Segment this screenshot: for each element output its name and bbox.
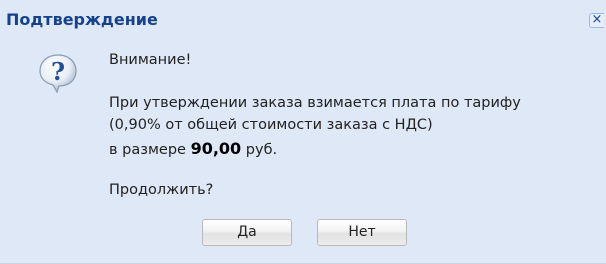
yes-button[interactable]: Да	[202, 219, 292, 246]
dialog-titlebar[interactable]: Подтверждение ×	[0, 0, 606, 36]
close-button[interactable]: ×	[589, 13, 604, 28]
amount-suffix: руб.	[241, 142, 278, 158]
dialog-title: Подтверждение	[6, 10, 158, 29]
amount-value: 90,00	[190, 139, 242, 158]
question-icon: ?	[39, 54, 77, 94]
confirmation-dialog: Подтверждение × ? Внимание! При утвержде…	[0, 0, 606, 264]
message-line-1: При утверждении заказа взимается плата п…	[109, 95, 521, 111]
amount-prefix: в размере	[109, 142, 191, 158]
close-icon: ×	[591, 13, 603, 27]
continue-question: Продолжить?	[109, 182, 214, 198]
message-line-2: (0,90% от общей стоимости заказа с НДС)	[109, 117, 433, 133]
no-button[interactable]: Нет	[317, 219, 407, 246]
warning-heading: Внимание!	[109, 52, 192, 68]
svg-text:?: ?	[51, 57, 65, 86]
message-line-3: в размере 90,00 руб.	[109, 139, 277, 158]
dialog-body: ? Внимание! При утверждении заказа взима…	[0, 36, 606, 264]
